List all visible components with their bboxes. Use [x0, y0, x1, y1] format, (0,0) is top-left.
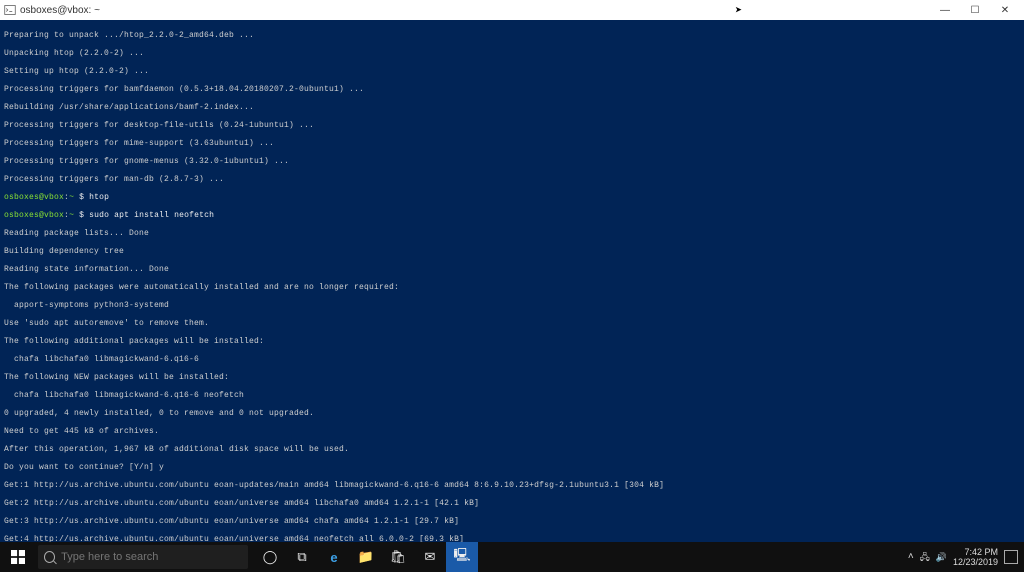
command-htop: htop	[89, 193, 109, 202]
task-view-icon[interactable]: ⧉	[286, 542, 318, 572]
mail-icon[interactable]: ✉	[414, 542, 446, 572]
output-line: Processing triggers for man-db (2.8.7-3)…	[4, 175, 1020, 184]
output-line: chafa libchafa0 libmagickwand-6.q16-6 ne…	[4, 391, 1020, 400]
terminal-app-icon	[4, 4, 16, 16]
output-line: The following packages were automaticall…	[4, 283, 1020, 292]
output-line: Get:1 http://us.archive.ubuntu.com/ubunt…	[4, 481, 1020, 490]
command-apt-install: sudo apt install neofetch	[89, 211, 214, 220]
output-line: Setting up htop (2.2.0-2) ...	[4, 67, 1020, 76]
output-line: After this operation, 1,967 kB of additi…	[4, 445, 1020, 454]
output-line: Reading state information... Done	[4, 265, 1020, 274]
output-line: Do you want to continue? [Y/n] y	[4, 463, 1020, 472]
windows-taskbar[interactable]: ◯ ⧉ e 📁 🛍 ✉ 🖳 ˄ 🖧 🔊 7:42 PM 12/23/2019	[0, 542, 1024, 572]
store-icon[interactable]: 🛍	[382, 542, 414, 572]
tray-chevron-up-icon[interactable]: ˄	[908, 552, 914, 562]
prompt-line: osboxes@vbox:~ $ sudo apt install neofet…	[4, 211, 1020, 220]
taskbar-time: 7:42 PM	[953, 547, 998, 557]
start-button[interactable]	[0, 542, 36, 572]
system-tray[interactable]: ˄ 🖧 🔊 7:42 PM 12/23/2019	[908, 547, 1024, 567]
output-line: Processing triggers for gnome-menus (3.3…	[4, 157, 1020, 166]
cortana-icon[interactable]: ◯	[254, 542, 286, 572]
output-line: Processing triggers for desktop-file-uti…	[4, 121, 1020, 130]
output-line: Building dependency tree	[4, 247, 1020, 256]
output-line: Processing triggers for mime-support (3.…	[4, 139, 1020, 148]
output-line: Rebuilding /usr/share/applications/bamf-…	[4, 103, 1020, 112]
network-icon[interactable]: 🖧	[920, 552, 930, 562]
titlebar[interactable]: osboxes@vbox: ~ — ☐ ✕	[0, 0, 1024, 20]
output-line: Need to get 445 kB of archives.	[4, 427, 1020, 436]
output-line: The following NEW packages will be insta…	[4, 373, 1020, 382]
sound-icon[interactable]: 🔊	[936, 552, 947, 562]
taskbar-date: 12/23/2019	[953, 557, 998, 567]
taskbar-clock[interactable]: 7:42 PM 12/23/2019	[953, 547, 998, 567]
output-line: Get:3 http://us.archive.ubuntu.com/ubunt…	[4, 517, 1020, 526]
terminal-viewport[interactable]: Preparing to unpack .../htop_2.2.0-2_amd…	[0, 20, 1024, 572]
app-window: ➤ osboxes@vbox: ~ — ☐ ✕ Preparing to unp…	[0, 0, 1024, 572]
output-line: Processing triggers for bamfdaemon (0.5.…	[4, 85, 1020, 94]
search-input[interactable]	[61, 551, 242, 563]
output-line: apport-symptoms python3-systemd	[4, 301, 1020, 310]
output-line: Unpacking htop (2.2.0-2) ...	[4, 49, 1020, 58]
output-line: chafa libchafa0 libmagickwand-6.q16-6	[4, 355, 1020, 364]
output-line: Reading package lists... Done	[4, 229, 1020, 238]
minimize-button[interactable]: —	[930, 0, 960, 20]
action-center-icon[interactable]	[1004, 550, 1018, 564]
prompt-line: osboxes@vbox:~ $ htop	[4, 193, 1020, 202]
output-line: 0 upgraded, 4 newly installed, 0 to remo…	[4, 409, 1020, 418]
edge-icon[interactable]: e	[318, 542, 350, 572]
terminal-taskbar-icon[interactable]: 🖳	[446, 542, 478, 572]
file-explorer-icon[interactable]: 📁	[350, 542, 382, 572]
window-controls: — ☐ ✕	[930, 0, 1020, 20]
output-line: Use 'sudo apt autoremove' to remove them…	[4, 319, 1020, 328]
close-button[interactable]: ✕	[990, 0, 1020, 20]
output-line: Preparing to unpack .../htop_2.2.0-2_amd…	[4, 31, 1020, 40]
output-line: Get:2 http://us.archive.ubuntu.com/ubunt…	[4, 499, 1020, 508]
maximize-button[interactable]: ☐	[960, 0, 990, 20]
windows-logo-icon	[11, 550, 25, 564]
taskbar-pinned-apps: ◯ ⧉ e 📁 🛍 ✉ 🖳	[254, 542, 478, 572]
taskbar-search[interactable]	[38, 545, 248, 569]
search-icon	[44, 551, 55, 563]
output-line: The following additional packages will b…	[4, 337, 1020, 346]
window-title: osboxes@vbox: ~	[20, 5, 930, 16]
